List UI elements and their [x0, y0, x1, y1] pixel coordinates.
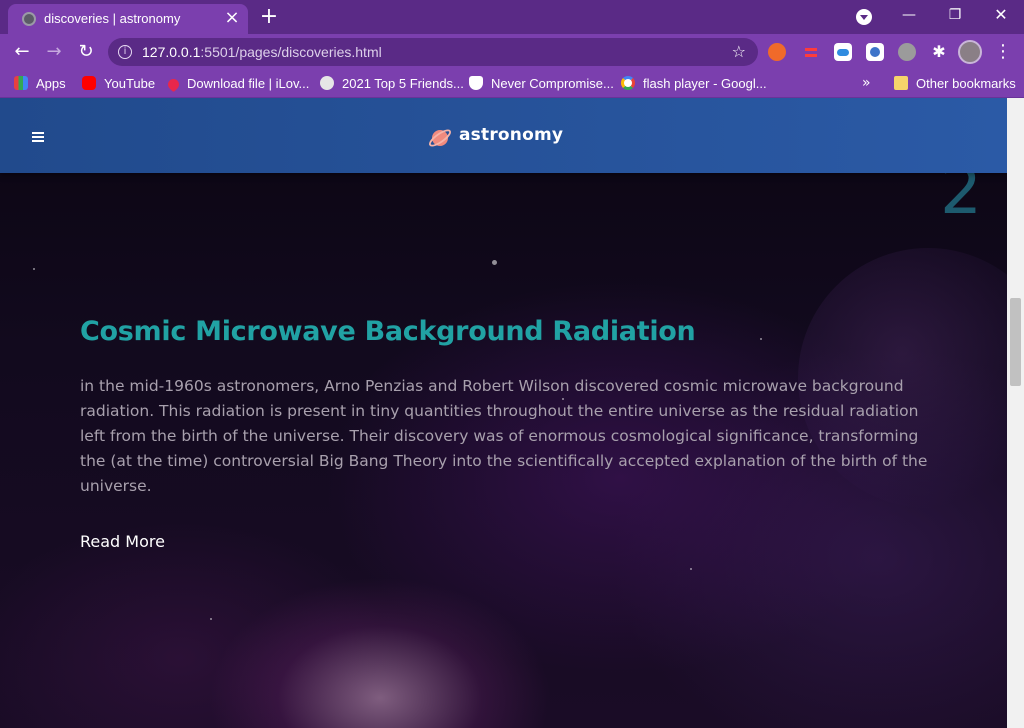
google-icon — [621, 76, 635, 90]
extension-screen-icon[interactable] — [866, 43, 884, 61]
browser-tab-strip: discoveries | astronomy × + — ❐ ✕ — [0, 0, 1024, 34]
discovery-description: in the mid-1960s astronomers, Arno Penzi… — [80, 377, 928, 495]
star — [210, 618, 212, 620]
bookmark-top-friends[interactable]: 2021 Top 5 Friends... — [320, 76, 464, 91]
apps-grid-icon — [14, 76, 28, 90]
menu-kebab-icon[interactable]: ⋮ — [994, 40, 1012, 64]
minimize-button[interactable]: — — [886, 0, 932, 30]
bookmark-never-compromise[interactable]: Never Compromise... — [469, 76, 614, 91]
extensions-puzzle-icon[interactable]: ✱ — [930, 43, 948, 61]
heart-icon — [165, 76, 182, 93]
site-header: astronomy — [0, 98, 1007, 173]
more-bookmarks-chevron-icon[interactable]: » — [862, 75, 871, 91]
star — [492, 260, 497, 265]
folder-icon — [894, 76, 908, 90]
page-scrollbar[interactable] — [1007, 98, 1024, 728]
extension-globe-icon[interactable] — [898, 43, 916, 61]
close-tab-icon[interactable]: × — [222, 8, 242, 28]
globe-icon — [320, 76, 334, 90]
profile-avatar[interactable] — [958, 40, 982, 64]
shield-icon — [469, 76, 483, 90]
tab-search-icon[interactable] — [856, 9, 872, 25]
url-text[interactable]: 127.0.0.1:5501/pages/discoveries.html — [142, 44, 382, 60]
star — [690, 568, 692, 570]
bookmarks-bar: Apps YouTube Download file | iLov... 202… — [0, 70, 1024, 98]
bookmark-other[interactable]: Other bookmarks — [894, 76, 1016, 91]
bookmark-star-icon[interactable]: ☆ — [732, 42, 746, 61]
close-window-button[interactable]: ✕ — [978, 0, 1024, 30]
reload-icon[interactable]: ↻ — [72, 38, 100, 66]
site-info-icon[interactable]: i — [118, 45, 132, 59]
star — [33, 268, 35, 270]
back-arrow-icon[interactable]: ← — [8, 38, 36, 66]
browser-tab[interactable]: discoveries | astronomy × — [8, 4, 248, 34]
star — [760, 338, 762, 340]
bookmark-apps[interactable]: Apps — [14, 76, 66, 91]
bookmark-download-file[interactable]: Download file | iLov... — [165, 76, 309, 93]
read-more-link[interactable]: Read More — [80, 532, 165, 551]
extension-equals-icon[interactable] — [802, 43, 820, 61]
bookmark-flash-player[interactable]: flash player - Googl... — [621, 76, 767, 91]
youtube-icon — [82, 76, 96, 90]
bookmark-youtube[interactable]: YouTube — [82, 76, 155, 91]
restore-button[interactable]: ❐ — [932, 0, 978, 30]
extension-infinity-icon[interactable] — [768, 43, 786, 61]
logo-text: astronomy — [459, 125, 564, 145]
favicon-icon — [22, 12, 36, 26]
tab-title: discoveries | astronomy — [44, 11, 181, 26]
planet-logo-icon — [429, 129, 451, 147]
new-tab-button[interactable]: + — [256, 4, 282, 30]
page-viewport: 2 astronomy Cosmic Microwave Background … — [0, 98, 1007, 728]
hamburger-menu-icon[interactable] — [32, 132, 44, 142]
address-bar[interactable]: i 127.0.0.1:5501/pages/discoveries.html … — [108, 38, 758, 66]
extension-cloud-icon[interactable] — [834, 43, 852, 61]
site-logo[interactable]: astronomy — [428, 124, 568, 152]
scrollbar-thumb[interactable] — [1010, 298, 1021, 386]
forward-arrow-icon[interactable]: → — [40, 38, 68, 66]
discovery-title: Cosmic Microwave Background Radiation — [80, 316, 696, 347]
